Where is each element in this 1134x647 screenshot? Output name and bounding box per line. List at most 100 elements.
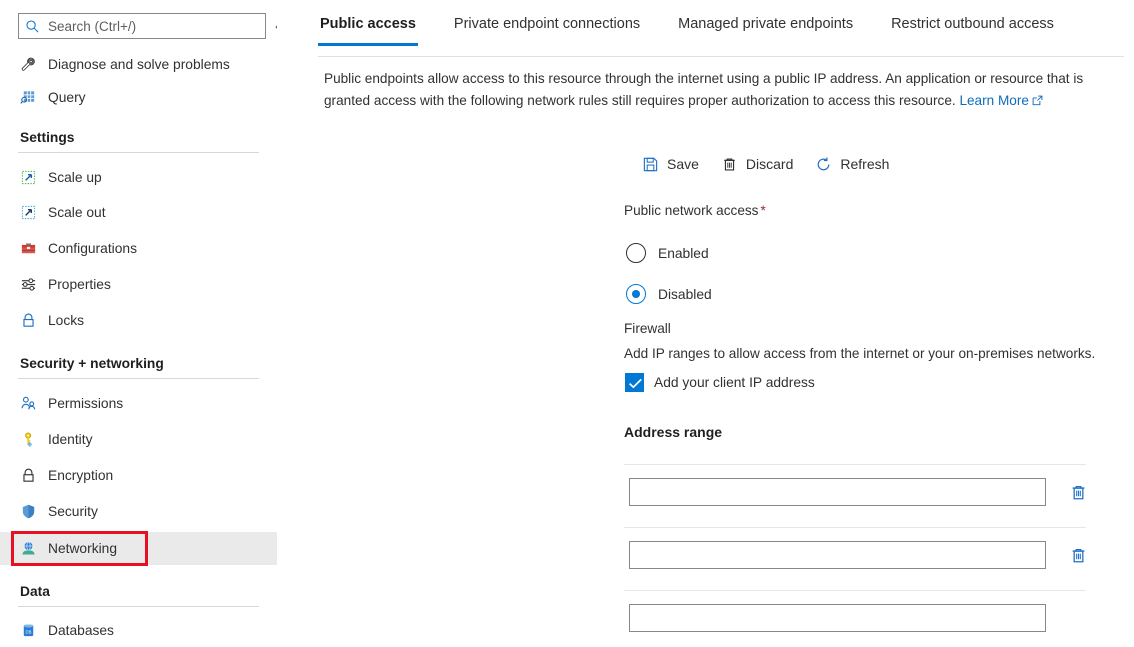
radio-disabled[interactable]: Disabled — [626, 281, 712, 307]
learn-more-label: Learn More — [959, 93, 1029, 108]
discard-label: Discard — [746, 156, 793, 172]
sidebar-item-databases[interactable]: DB Databases — [0, 614, 277, 647]
save-icon — [642, 156, 659, 173]
trash-icon — [1069, 546, 1088, 565]
sidebar-item-configurations[interactable]: Configurations — [0, 232, 277, 265]
radio-label: Enabled — [658, 246, 709, 261]
sidebar-item-diagnose-and-solve-problems[interactable]: Diagnose and solve problems — [0, 48, 277, 81]
sidebar-item-label: Security — [48, 504, 98, 519]
radio-enabled[interactable]: Enabled — [626, 240, 709, 266]
sidebar-item-label: Scale up — [48, 170, 102, 185]
shield-icon — [20, 503, 37, 520]
address-range-divider — [624, 527, 1086, 528]
tab-bar: Public access Private endpoint connectio… — [295, 0, 1134, 56]
tab-label: Public access — [320, 16, 416, 32]
refresh-icon — [815, 156, 832, 173]
sidebar-item-locks[interactable]: Locks — [0, 304, 277, 337]
key-icon — [20, 431, 37, 448]
discard-button[interactable]: Discard — [721, 150, 793, 178]
learn-more-link[interactable]: Learn More — [959, 93, 1043, 108]
database-icon: DB — [20, 622, 37, 639]
tab-public-access[interactable]: Public access — [318, 0, 418, 48]
refresh-label: Refresh — [840, 156, 889, 172]
sidebar-group-divider — [18, 378, 259, 379]
trash-icon — [1069, 483, 1088, 502]
collapse-sidebar-button[interactable]: « — [269, 16, 277, 36]
sidebar-item-label: Properties — [48, 277, 111, 292]
sidebar-item-label: Diagnose and solve problems — [48, 57, 230, 72]
sidebar-group-divider — [18, 606, 259, 607]
sidebar-item-label: Identity — [48, 432, 92, 447]
sidebar-group-title: Data — [0, 584, 277, 599]
trash-icon — [721, 156, 738, 173]
checkbox-checked-icon — [625, 373, 644, 392]
add-client-ip-checkbox-row[interactable]: Add your client IP address — [625, 371, 815, 393]
tab-bar-divider — [318, 56, 1124, 57]
sidebar-search[interactable] — [18, 13, 266, 39]
public-access-description: Public endpoints allow access to this re… — [324, 68, 1129, 111]
networking-globe-icon — [20, 540, 37, 557]
scale-up-icon — [20, 169, 37, 186]
svg-text:DB: DB — [25, 629, 31, 634]
sidebar-group-data: Data — [0, 584, 277, 607]
delete-address-range-button[interactable] — [1066, 543, 1090, 567]
search-icon — [25, 19, 40, 34]
tab-label: Restrict outbound access — [891, 16, 1054, 32]
sidebar-item-label: Locks — [48, 313, 84, 328]
external-link-icon — [1032, 95, 1043, 106]
delete-address-range-button[interactable] — [1066, 480, 1090, 504]
address-range-input[interactable] — [629, 604, 1046, 632]
tab-managed-private-endpoints[interactable]: Managed private endpoints — [676, 0, 855, 48]
sidebar-group-security-networking: Security + networking — [0, 356, 277, 379]
checkbox-label: Add your client IP address — [654, 375, 815, 390]
scale-out-icon — [20, 204, 37, 221]
people-icon — [20, 395, 37, 412]
radio-circle-selected-icon — [626, 284, 646, 304]
sidebar-item-label: Permissions — [48, 396, 123, 411]
firewall-title: Firewall — [624, 321, 671, 336]
sidebar-item-scale-up[interactable]: Scale up — [0, 161, 277, 194]
sidebar-group-settings: Settings — [0, 130, 277, 153]
sidebar-group-divider — [18, 152, 259, 153]
query-grid-icon — [20, 89, 37, 106]
sidebar-item-label: Databases — [48, 623, 114, 638]
sidebar-item-encryption[interactable]: Encryption — [0, 459, 277, 492]
address-range-divider — [624, 464, 1086, 465]
sidebar-item-label: Query — [48, 90, 86, 105]
address-range-input[interactable] — [629, 541, 1046, 569]
tab-private-endpoint-connections[interactable]: Private endpoint connections — [452, 0, 642, 48]
sidebar-item-query[interactable]: Query — [0, 81, 277, 114]
sidebar-item-security[interactable]: Security — [0, 495, 277, 528]
address-range-row — [629, 541, 1090, 569]
firewall-subtitle: Add IP ranges to allow access from the i… — [624, 346, 1095, 361]
address-range-divider — [624, 590, 1086, 591]
address-range-input[interactable] — [629, 478, 1046, 506]
save-button[interactable]: Save — [642, 150, 699, 178]
required-asterisk: * — [760, 203, 765, 218]
refresh-button[interactable]: Refresh — [815, 150, 889, 178]
padlock-icon — [20, 467, 37, 484]
sidebar-item-permissions[interactable]: Permissions — [0, 387, 277, 420]
radio-circle-icon — [626, 243, 646, 263]
address-range-row — [629, 478, 1090, 506]
sidebar-item-label: Configurations — [48, 241, 137, 256]
main-content: Public access Private endpoint connectio… — [295, 0, 1134, 647]
sidebar-item-properties[interactable]: Properties — [0, 268, 277, 301]
sidebar-item-networking[interactable]: Networking — [0, 532, 277, 565]
address-range-row — [629, 604, 1046, 632]
tab-label: Private endpoint connections — [454, 16, 640, 32]
pna-label-text: Public network access — [624, 203, 758, 218]
wrench-icon — [20, 56, 37, 73]
azure-networking-blade: « Diagnose and solve problems Query — [0, 0, 1134, 647]
sidebar-item-label: Scale out — [48, 205, 106, 220]
sidebar-item-identity[interactable]: Identity — [0, 423, 277, 456]
search-input[interactable] — [46, 15, 259, 37]
save-label: Save — [667, 156, 699, 172]
tab-label: Managed private endpoints — [678, 16, 853, 32]
lock-icon — [20, 312, 37, 329]
command-toolbar: Save Discard Refresh — [642, 150, 911, 178]
public-network-access-label: Public network access* — [624, 203, 766, 218]
sliders-icon — [20, 276, 37, 293]
tab-restrict-outbound-access[interactable]: Restrict outbound access — [889, 0, 1056, 48]
sidebar-item-scale-out[interactable]: Scale out — [0, 196, 277, 229]
